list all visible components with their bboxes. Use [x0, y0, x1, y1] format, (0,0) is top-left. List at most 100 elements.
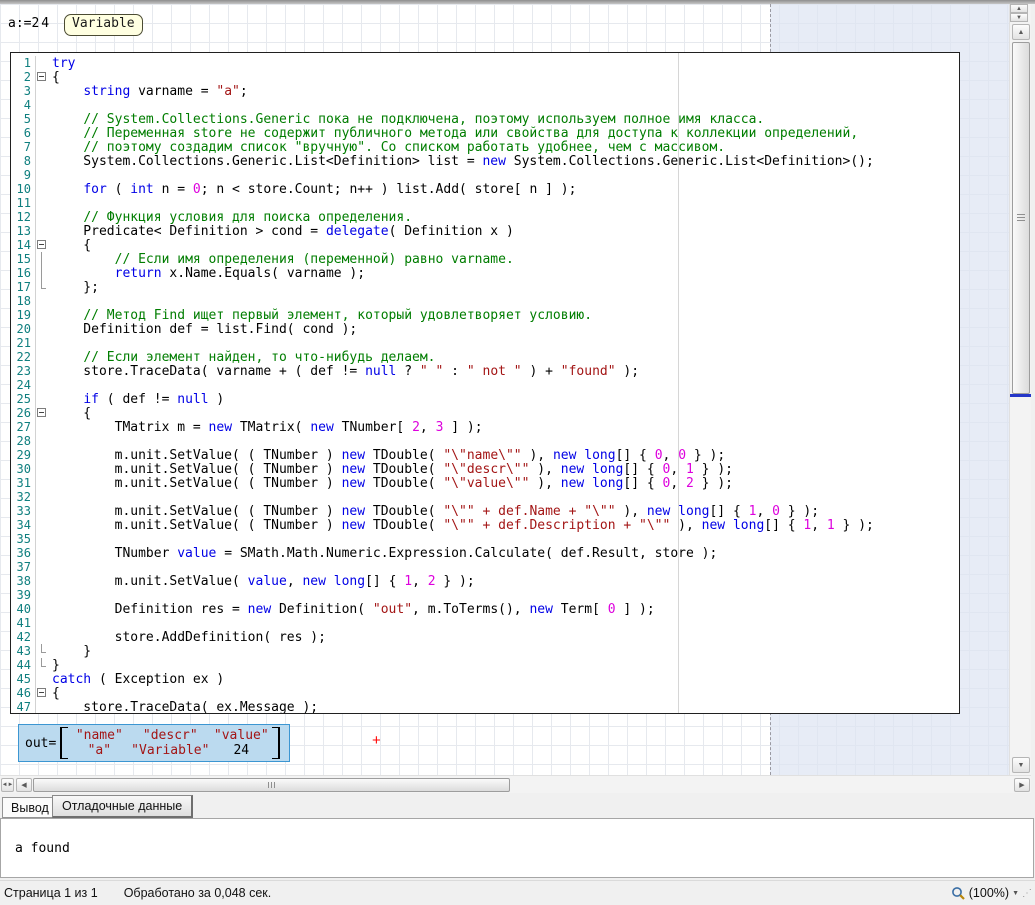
vertical-split-button[interactable]: ▲ ▼: [1010, 4, 1028, 22]
scroll-right-button[interactable]: ▶: [1014, 778, 1030, 792]
fold-margin: [35, 448, 48, 462]
code-text: [48, 196, 52, 210]
out-matrix-region[interactable]: out= "name""descr""value""a""Variable"24: [18, 724, 290, 762]
code-text: [48, 168, 52, 182]
line-number: 9: [11, 168, 33, 182]
line-number: 17: [11, 280, 33, 294]
fold-margin: [35, 574, 48, 588]
code-line: 36 TNumber value = SMath.Math.Numeric.Ex…: [11, 546, 959, 560]
code-text: // Переменная store не содержит публично…: [48, 126, 858, 140]
fold-margin: [35, 280, 48, 294]
matrix-row: "name""descr""value": [68, 728, 272, 743]
thumb-grip-icon: [1017, 214, 1025, 222]
code-text: {: [48, 406, 91, 420]
fold-margin: [35, 462, 48, 476]
fold-collapse-icon[interactable]: [37, 72, 46, 81]
horizontal-scrollbar[interactable]: ◄► ◀ ▶: [0, 775, 1031, 793]
line-number: 42: [11, 630, 33, 644]
code-line: 39: [11, 588, 959, 602]
fold-line-icon: [41, 644, 46, 653]
fold-line-icon: [41, 280, 46, 289]
code-line: 6 // Переменная store не содержит публич…: [11, 126, 959, 140]
code-text: Definition res = new Definition( "out", …: [48, 602, 655, 616]
line-number: 10: [11, 182, 33, 196]
code-text: [48, 560, 52, 574]
code-text: // System.Collections.Generic пока не по…: [48, 112, 764, 126]
code-line: 11: [11, 196, 959, 210]
line-number: 44: [11, 658, 33, 672]
code-line: 4: [11, 98, 959, 112]
vertical-scrollbar[interactable]: ▲ ▼ ▲ ▼: [1009, 4, 1031, 775]
code-text: System.Collections.Generic.List<Definiti…: [48, 154, 874, 168]
code-text: [48, 588, 52, 602]
fold-margin: [35, 420, 48, 434]
code-line: 31 m.unit.SetValue( ( TNumber ) new TDou…: [11, 476, 959, 490]
code-snippet-region[interactable]: 1try2{3 string varname = "a";45 // Syste…: [10, 52, 960, 714]
line-number: 32: [11, 490, 33, 504]
fold-collapse-icon[interactable]: [37, 408, 46, 417]
code-line: 47 store.TraceData( ex.Message );: [11, 700, 959, 714]
line-number: 7: [11, 140, 33, 154]
code-text: };: [48, 280, 99, 294]
zoom-level-label[interactable]: (100%): [969, 886, 1009, 900]
tab-output[interactable]: Вывод: [2, 797, 58, 818]
line-number: 39: [11, 588, 33, 602]
line-number: 19: [11, 308, 33, 322]
code-text: [48, 434, 52, 448]
matrix-left-bracket: [60, 727, 68, 759]
fold-margin: [35, 546, 48, 560]
variable-description-box[interactable]: Variable: [64, 14, 143, 36]
code-text: [48, 336, 52, 350]
code-line: 34 m.unit.SetValue( ( TNumber ) new TDou…: [11, 518, 959, 532]
fold-line-icon: [41, 252, 42, 266]
horizontal-scroll-thumb[interactable]: [33, 778, 510, 792]
line-number: 2: [11, 70, 33, 84]
resize-grip-icon[interactable]: ⋰: [1022, 888, 1033, 899]
scroll-down-button[interactable]: ▼: [1012, 757, 1030, 773]
code-text: [48, 490, 52, 504]
line-number: 38: [11, 574, 33, 588]
code-text: [48, 378, 52, 392]
fold-margin: [35, 308, 48, 322]
code-line: 21: [11, 336, 959, 350]
code-text: {: [48, 238, 91, 252]
line-number: 4: [11, 98, 33, 112]
fold-margin: [35, 658, 48, 672]
line-number: 36: [11, 546, 33, 560]
scroll-left-button[interactable]: ◀: [16, 778, 32, 792]
fold-margin: [35, 588, 48, 602]
fold-margin: [35, 56, 48, 70]
line-number: 47: [11, 700, 33, 714]
code-text: try: [48, 56, 75, 70]
matrix-cell: "descr": [130, 728, 210, 743]
split-down-icon[interactable]: ▼: [1010, 13, 1028, 22]
fold-margin: [35, 392, 48, 406]
vertical-scroll-thumb[interactable]: [1012, 42, 1030, 394]
fold-collapse-icon[interactable]: [37, 688, 46, 697]
line-number: 14: [11, 238, 33, 252]
code-line: 33 m.unit.SetValue( ( TNumber ) new TDou…: [11, 504, 959, 518]
zoom-dropdown-icon[interactable]: ▼: [1012, 890, 1019, 897]
code-line: 42 store.AddDefinition( res );: [11, 630, 959, 644]
scroll-up-button[interactable]: ▲: [1012, 24, 1030, 40]
horizontal-split-button[interactable]: ◄►: [1, 778, 14, 792]
line-number: 16: [11, 266, 33, 280]
matrix-cell: "Variable": [130, 743, 210, 758]
code-line: 16 return x.Name.Equals( varname );: [11, 266, 959, 280]
tab-debug-data[interactable]: Отладочные данные: [52, 795, 193, 818]
code-line: 38 m.unit.SetValue( value, new long[] { …: [11, 574, 959, 588]
math-region-assignment[interactable]: a:=24: [8, 16, 51, 31]
worksheet-canvas[interactable]: a:=24 Variable 1try2{3 string varname = …: [0, 4, 1009, 775]
magnifier-icon[interactable]: [951, 886, 966, 901]
matrix-cell: "name": [68, 728, 130, 743]
fold-collapse-icon[interactable]: [37, 240, 46, 249]
code-line: 45catch ( Exception ex ): [11, 672, 959, 686]
output-panel[interactable]: a found: [0, 818, 1034, 878]
matrix-cell: 24: [210, 743, 272, 758]
fold-margin: [35, 602, 48, 616]
code-line: 22 // Если элемент найден, то что-нибудь…: [11, 350, 959, 364]
code-line: 30 m.unit.SetValue( ( TNumber ) new TDou…: [11, 462, 959, 476]
split-up-icon[interactable]: ▲: [1010, 4, 1028, 13]
line-number: 46: [11, 686, 33, 700]
fold-margin: [35, 350, 48, 364]
